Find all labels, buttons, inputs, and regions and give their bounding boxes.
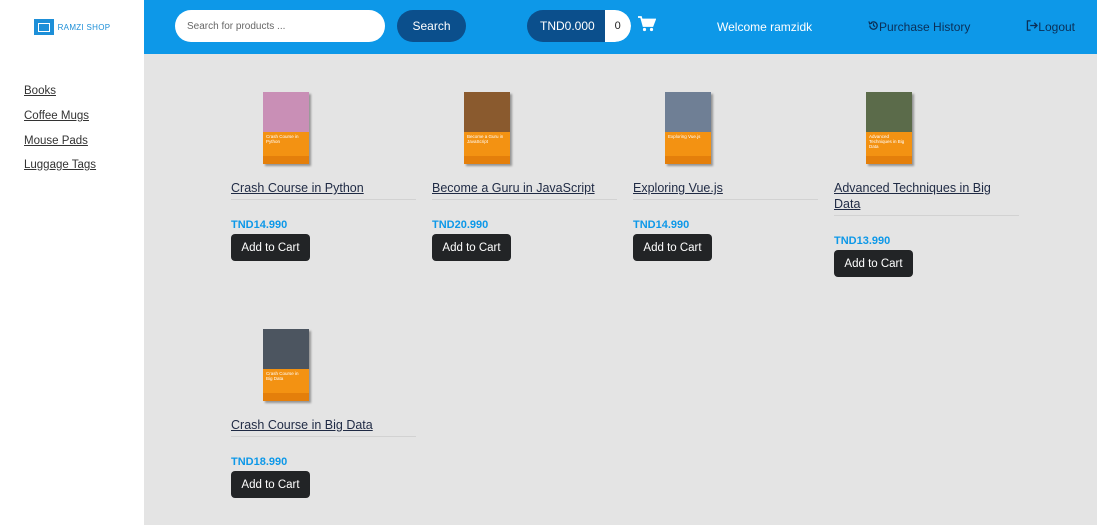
product-price: TND14.990: [633, 219, 690, 231]
shop-logo-icon: [33, 19, 54, 35]
book-cover-image[interactable]: Exploring Vue.js: [665, 92, 711, 164]
sidebar-item-luggage-tags[interactable]: Luggage Tags: [24, 159, 96, 171]
cover-strip: [665, 156, 711, 164]
add-to-cart-button[interactable]: Add to Cart: [231, 471, 310, 498]
top-navbar: Search TND0.000 0 Welcome ramzidk Purcha…: [144, 0, 1097, 54]
cover-strip: [866, 156, 912, 164]
product-title-link[interactable]: Crash Course in Python: [231, 180, 416, 196]
product-price: TND18.990: [231, 456, 288, 468]
sidebar-item-books[interactable]: Books: [24, 85, 56, 97]
product-title-link[interactable]: Exploring Vue.js: [633, 180, 818, 196]
cart-count-badge: 0: [604, 10, 631, 42]
cover-photo: [263, 329, 309, 369]
cover-strip: [263, 393, 309, 401]
cover-title: Crash Course in Python: [266, 134, 299, 144]
cover-title: Become a Guru in JavaScript: [467, 134, 504, 144]
book-cover-image[interactable]: Crash Course in Python: [263, 92, 309, 164]
product-price: TND13.990: [834, 235, 891, 247]
purchase-history-link[interactable]: Purchase History: [868, 20, 970, 34]
cover-photo: [665, 92, 711, 132]
logo-text: RAMZI SHOP: [57, 22, 111, 32]
title-divider: [231, 199, 416, 200]
cover-title: Advanced Techniques in Big Data: [869, 134, 905, 149]
cover-photo: [866, 92, 912, 132]
logo[interactable]: RAMZI SHOP: [0, 0, 144, 55]
add-to-cart-button[interactable]: Add to Cart: [231, 234, 310, 261]
purchase-history-label: Purchase History: [879, 20, 971, 34]
add-to-cart-button[interactable]: Add to Cart: [834, 250, 913, 277]
welcome-text: Welcome ramzidk: [717, 20, 813, 34]
sidebar-item-coffee-mugs[interactable]: Coffee Mugs: [24, 110, 89, 122]
cover-title: Exploring Vue.js: [668, 134, 701, 139]
sidebar-item-mouse-pads[interactable]: Mouse Pads: [24, 135, 88, 147]
book-cover-image[interactable]: Crash Course in Big Data: [263, 329, 309, 401]
cart-total: TND0.000: [527, 10, 605, 42]
cover-photo: [464, 92, 510, 132]
add-to-cart-button[interactable]: Add to Cart: [633, 234, 712, 261]
product-title-link[interactable]: Advanced Techniques in Big Data: [834, 180, 1014, 212]
cover-strip: [263, 156, 309, 164]
cover-photo: [263, 92, 309, 132]
history-icon: [868, 20, 879, 34]
book-cover-image[interactable]: Advanced Techniques in Big Data: [866, 92, 912, 164]
product-price: TND20.990: [432, 219, 489, 231]
logout-link[interactable]: Logout: [1026, 20, 1075, 34]
cart-summary[interactable]: TND0.000 0: [527, 10, 631, 42]
search-input[interactable]: [175, 10, 385, 42]
title-divider: [834, 215, 1019, 216]
cover-title: Crash Course in Big Data: [266, 371, 299, 381]
title-divider: [432, 199, 617, 200]
title-divider: [231, 436, 416, 437]
category-sidebar: Books Coffee Mugs Mouse Pads Luggage Tag…: [0, 54, 144, 525]
logout-icon: [1026, 20, 1039, 34]
product-title-link[interactable]: Become a Guru in JavaScript: [432, 180, 617, 196]
search-button[interactable]: Search: [397, 10, 466, 42]
cart-icon[interactable]: [638, 16, 657, 37]
book-cover-image[interactable]: Become a Guru in JavaScript: [464, 92, 510, 164]
product-price: TND14.990: [231, 219, 288, 231]
logout-label: Logout: [1038, 20, 1075, 34]
cover-strip: [464, 156, 510, 164]
product-title-link[interactable]: Crash Course in Big Data: [231, 417, 416, 433]
add-to-cart-button[interactable]: Add to Cart: [432, 234, 511, 261]
title-divider: [633, 199, 818, 200]
